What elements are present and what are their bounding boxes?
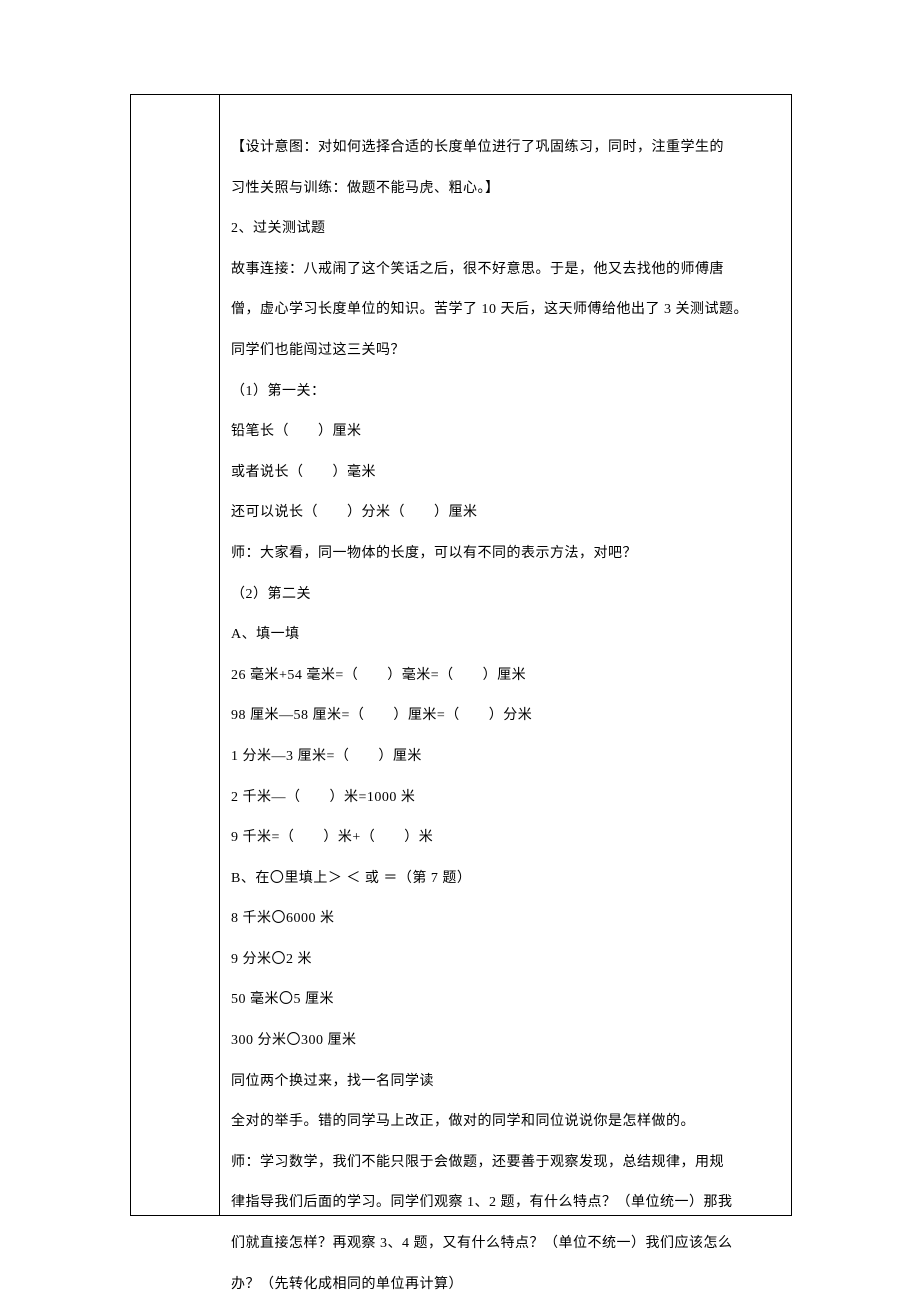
text-line: 9 千米=（ ）米+（ ）米 <box>231 818 781 859</box>
document-content: 【设计意图：对如何选择合适的长度单位进行了巩固练习，同时，注重学生的 习性关照与… <box>231 128 781 1305</box>
text-line: 办？（先转化成相同的单位再计算） <box>231 1265 781 1305</box>
text-line: （2）第二关 <box>231 575 781 616</box>
text-line: 98 厘米—58 厘米=（ ）厘米=（ ）分米 <box>231 696 781 737</box>
text-line: 师：大家看，同一物体的长度，可以有不同的表示方法，对吧？ <box>231 534 781 575</box>
text-line: （1）第一关： <box>231 372 781 413</box>
text-line: 习性关照与训练：做题不能马虎、粗心。】 <box>231 169 781 210</box>
text-line: 300 分米〇300 厘米 <box>231 1021 781 1062</box>
text-line: 还可以说长（ ）分米（ ）厘米 <box>231 493 781 534</box>
column-divider <box>219 95 220 1215</box>
text-line: 师：学习数学，我们不能只限于会做题，还要善于观察发现，总结规律，用规 <box>231 1143 781 1184</box>
text-line: 26 毫米+54 毫米=（ ）毫米=（ ）厘米 <box>231 656 781 697</box>
text-line: 1 分米—3 厘米=（ ）厘米 <box>231 737 781 778</box>
text-line: 僧，虚心学习长度单位的知识。苦学了 10 天后，这天师傅给他出了 3 关测试题。 <box>231 290 781 331</box>
text-line: 或者说长（ ）毫米 <box>231 453 781 494</box>
text-line: 们就直接怎样？再观察 3、4 题，又有什么特点？（单位不统一）我们应该怎么 <box>231 1224 781 1265</box>
text-line: 铅笔长（ ）厘米 <box>231 412 781 453</box>
text-line: 9 分米〇2 米 <box>231 940 781 981</box>
text-line: A、填一填 <box>231 615 781 656</box>
text-line: 8 千米〇6000 米 <box>231 899 781 940</box>
text-line: 同学们也能闯过这三关吗？ <box>231 331 781 372</box>
page-border: 【设计意图：对如何选择合适的长度单位进行了巩固练习，同时，注重学生的 习性关照与… <box>130 94 792 1216</box>
text-line: 同位两个换过来，找一名同学读 <box>231 1062 781 1103</box>
text-line: 【设计意图：对如何选择合适的长度单位进行了巩固练习，同时，注重学生的 <box>231 128 781 169</box>
text-line: 故事连接：八戒闹了这个笑话之后，很不好意思。于是，他又去找他的师傅唐 <box>231 250 781 291</box>
text-line: 律指导我们后面的学习。同学们观察 1、2 题，有什么特点？（单位统一）那我 <box>231 1183 781 1224</box>
text-line: 2、过关测试题 <box>231 209 781 250</box>
text-line: 50 毫米〇5 厘米 <box>231 980 781 1021</box>
text-line: B、在〇里填上＞ ＜ 或 ＝（第 7 题） <box>231 859 781 900</box>
text-line: 全对的举手。错的同学马上改正，做对的同学和同位说说你是怎样做的。 <box>231 1102 781 1143</box>
text-line: 2 千米—（ ）米=1000 米 <box>231 778 781 819</box>
